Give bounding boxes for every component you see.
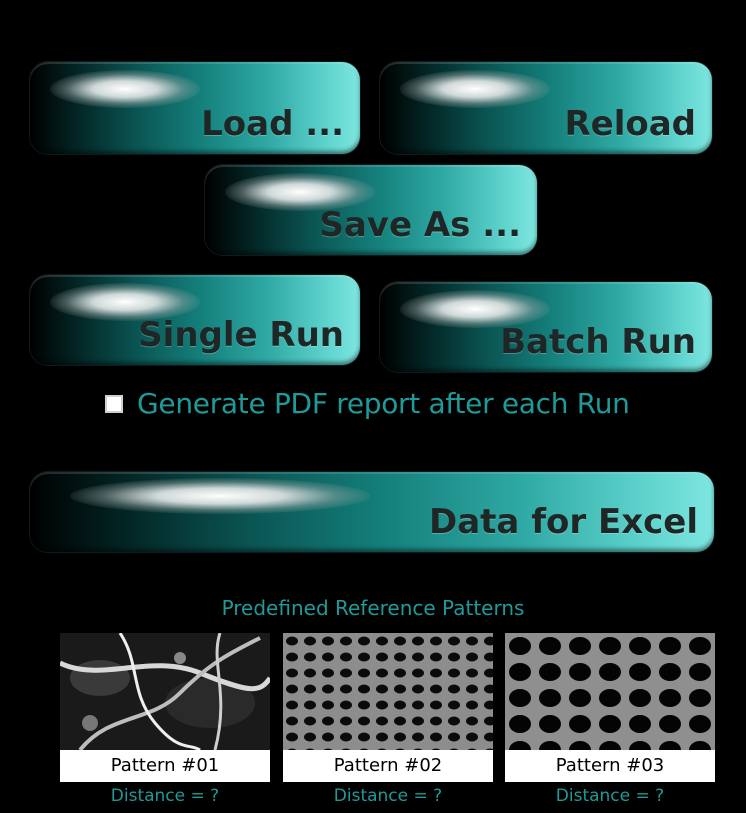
pattern-caption: Pattern #02 <box>283 750 493 782</box>
reload-button-label: Reload <box>564 104 696 144</box>
save-as-button-label: Save As ... <box>319 205 521 245</box>
pattern-03-thumbnail[interactable] <box>505 633 715 750</box>
pdf-report-option[interactable]: Generate PDF report after each Run <box>105 387 630 420</box>
button-glare <box>400 70 550 108</box>
pattern-distance: Distance = ? <box>110 786 220 806</box>
single-run-button[interactable]: Single Run <box>30 275 360 365</box>
pattern-card[interactable]: Pattern #01 Distance = ? <box>60 633 270 806</box>
pdf-report-label: Generate PDF report after each Run <box>137 387 630 420</box>
pattern-card[interactable]: Pattern #02 Distance = ? <box>283 633 493 806</box>
batch-run-button-label: Batch Run <box>500 322 696 362</box>
reload-button[interactable]: Reload <box>380 62 712 154</box>
patterns-section-title: Predefined Reference Patterns <box>221 596 525 620</box>
pattern-caption: Pattern #01 <box>60 750 270 782</box>
data-for-excel-button[interactable]: Data for Excel <box>30 472 714 552</box>
pattern-caption: Pattern #03 <box>505 750 715 782</box>
pattern-distance: Distance = ? <box>555 786 665 806</box>
pdf-report-checkbox[interactable] <box>105 394 123 413</box>
single-run-button-label: Single Run <box>138 315 344 355</box>
pattern-02-thumbnail[interactable] <box>283 633 493 750</box>
pattern-card[interactable]: Pattern #03 Distance = ? <box>505 633 715 806</box>
data-for-excel-button-label: Data for Excel <box>429 502 698 542</box>
load-button-label: Load ... <box>201 104 344 144</box>
button-glare <box>70 478 370 514</box>
load-button[interactable]: Load ... <box>30 62 360 154</box>
button-glare <box>50 70 200 108</box>
batch-run-button[interactable]: Batch Run <box>380 282 712 372</box>
pattern-01-thumbnail[interactable] <box>60 633 270 750</box>
pattern-distance: Distance = ? <box>333 786 443 806</box>
save-as-button[interactable]: Save As ... <box>205 165 537 255</box>
